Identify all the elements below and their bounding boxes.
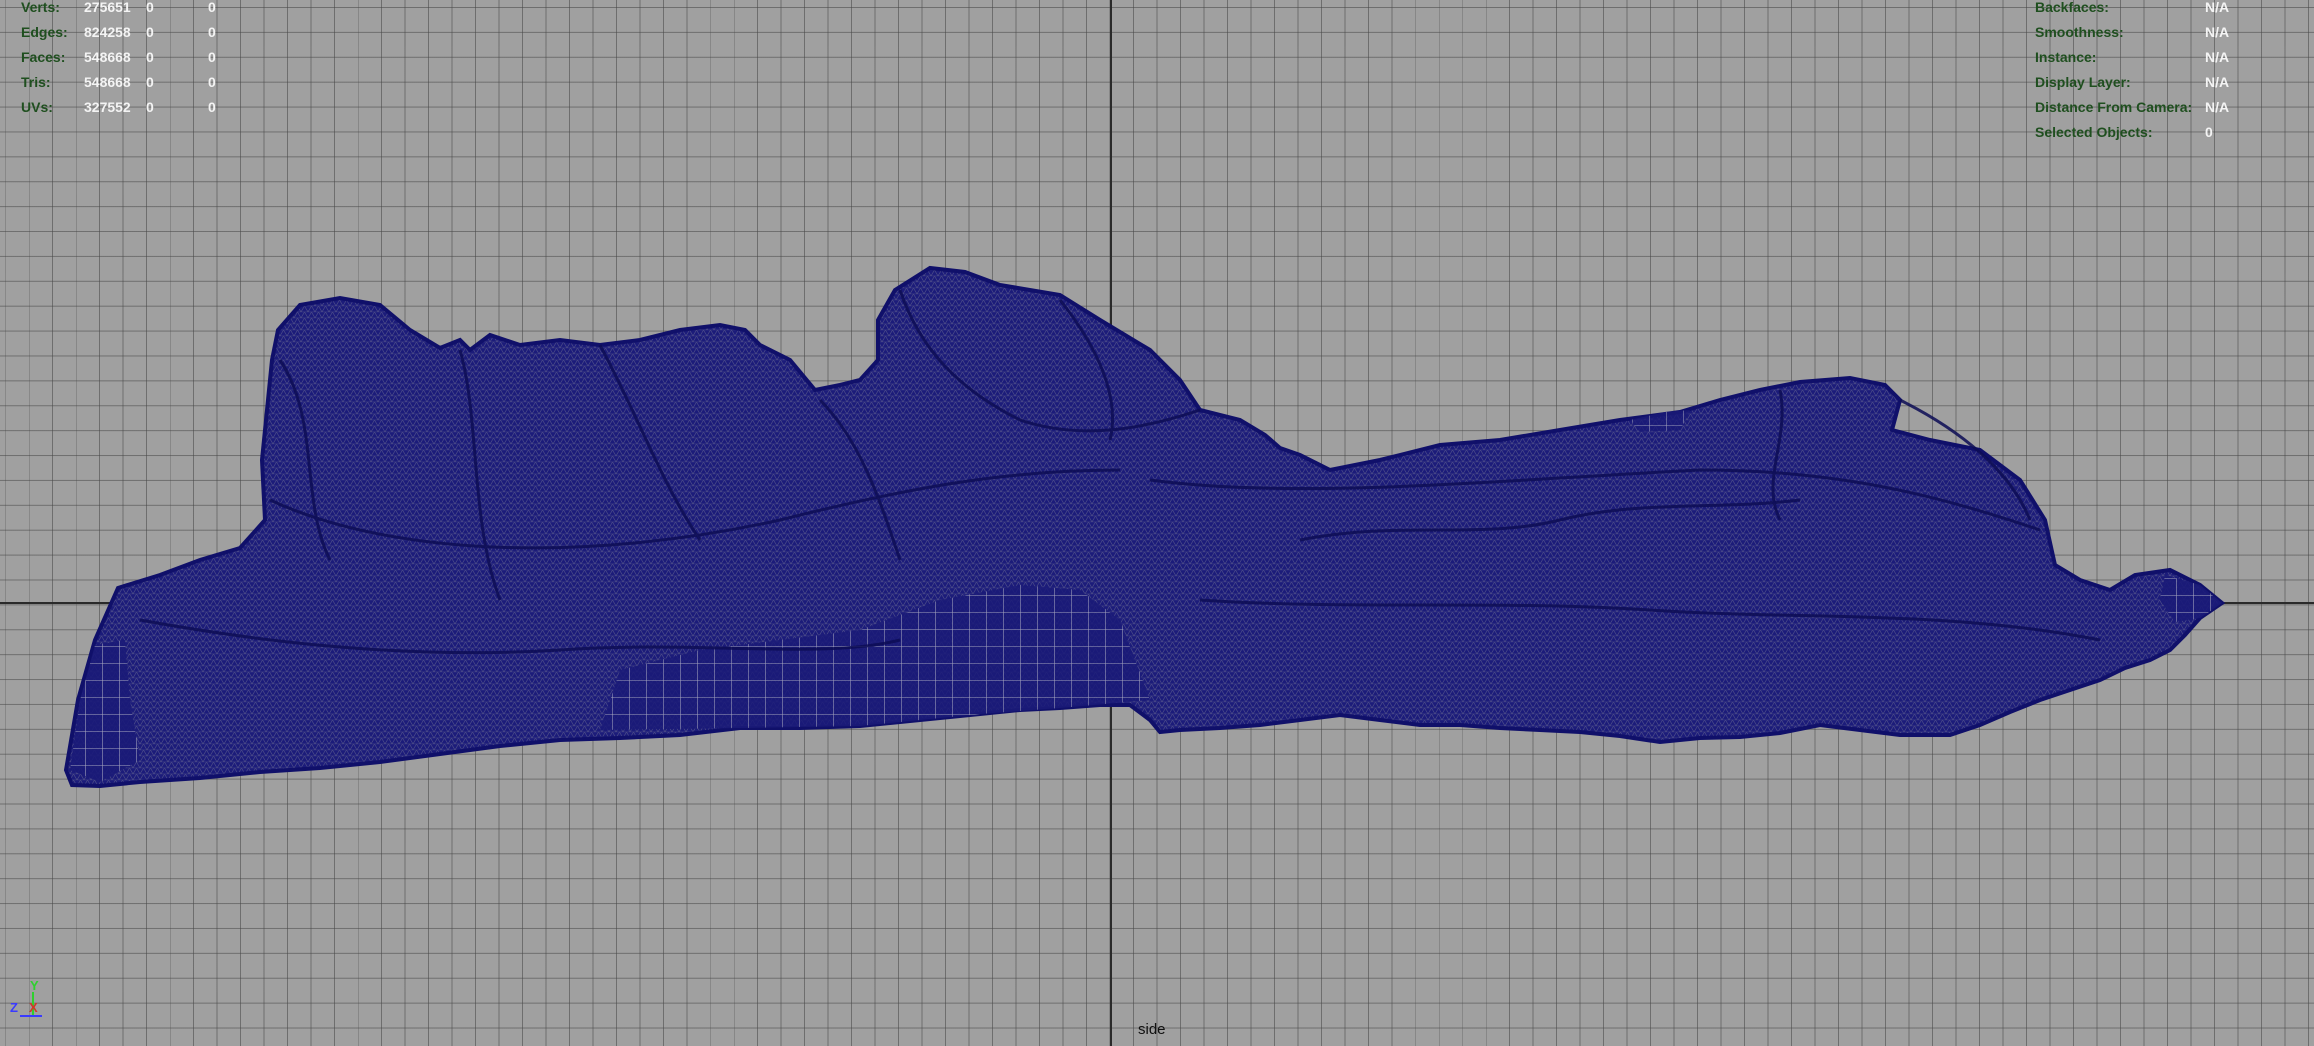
hud-value: 0	[208, 74, 216, 90]
hud-label: Selected Objects:	[2035, 124, 2153, 140]
hud-value: N/A	[2205, 74, 2230, 90]
hud-label: Instance:	[2035, 49, 2097, 65]
z-axis-label: Z	[10, 1000, 18, 1015]
hud-value: 824258	[84, 24, 131, 40]
hud-label: Verts:	[21, 0, 60, 15]
hud-value: 0	[208, 99, 216, 115]
hud-value: 0	[146, 99, 154, 115]
hud-value: 0	[208, 24, 216, 40]
hud-value: 275651	[84, 0, 131, 15]
hud-label: Distance From Camera:	[2035, 99, 2193, 115]
view-axis-icon: Y Z X	[8, 978, 48, 1020]
hud-value: N/A	[2205, 0, 2230, 15]
hud-value: N/A	[2205, 49, 2230, 65]
camera-name-label: side	[1138, 1021, 1166, 1038]
hud-value: 0	[2205, 124, 2213, 140]
side-viewport[interactable]: Verts: 275651 0 0 Edges: 824258 0 0 Face…	[0, 0, 2314, 1046]
hud-label: Backfaces:	[2035, 0, 2109, 15]
hud-value: 0	[208, 0, 216, 15]
rock-mesh-body[interactable]	[63, 265, 2226, 789]
hud-label: Faces:	[21, 49, 66, 65]
hud-label: Edges:	[21, 24, 68, 40]
x-axis-label: X	[29, 1000, 38, 1015]
hud-label: Tris:	[21, 74, 51, 90]
hud-label: UVs:	[21, 99, 53, 115]
hud-value: N/A	[2205, 24, 2230, 40]
hud-value: 0	[146, 74, 154, 90]
hud-value: 0	[146, 49, 154, 65]
hud-value: N/A	[2205, 99, 2230, 115]
hud-label: Display Layer:	[2035, 74, 2131, 90]
hud-value: 548668	[84, 49, 131, 65]
wireframe-mesh[interactable]	[0, 0, 2314, 1046]
hud-value: 0	[146, 24, 154, 40]
hud-value: 0	[208, 49, 216, 65]
hud-value: 0	[146, 0, 154, 15]
hud-value: 327552	[84, 99, 131, 115]
hud-label: Smoothness:	[2035, 24, 2124, 40]
y-axis-label: Y	[30, 978, 39, 993]
hud-value: 548668	[84, 74, 131, 90]
